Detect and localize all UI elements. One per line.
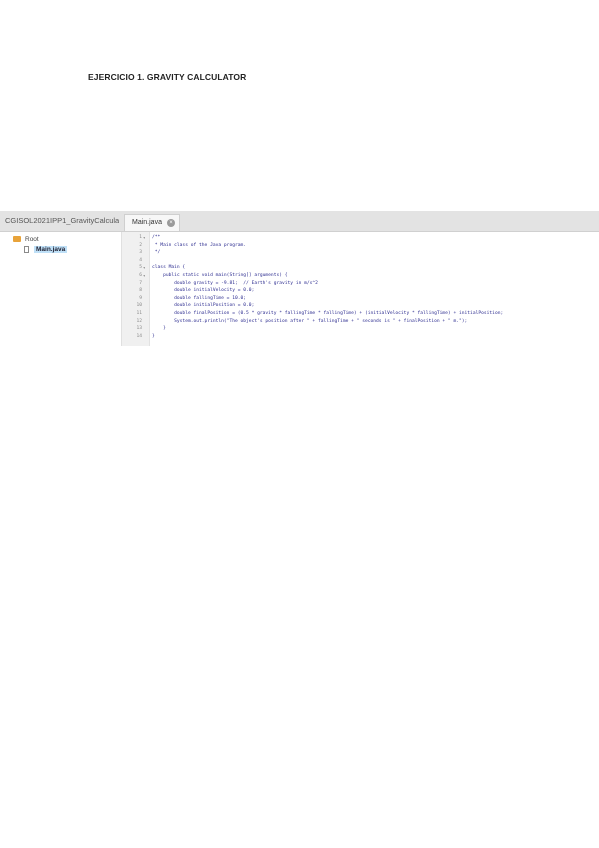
tree-root-label: Root bbox=[25, 236, 39, 243]
code-line: 12 System.out.println("The object's posi… bbox=[122, 319, 599, 325]
line-number: 14 bbox=[136, 333, 142, 339]
tree-root-item[interactable]: Root bbox=[13, 236, 39, 243]
code-line: 10 double initialPosition = 0.0; bbox=[122, 303, 599, 309]
code-text: double gravity = -9.81; // Earth's gravi… bbox=[152, 280, 318, 286]
tab-label: Main.java bbox=[132, 219, 162, 226]
code-text: double finalPosition = (0.5 * gravity * … bbox=[152, 311, 504, 316]
close-icon[interactable]: × bbox=[167, 219, 175, 227]
line-number: 4 bbox=[139, 257, 142, 263]
fold-icon[interactable]: ▾ bbox=[143, 273, 145, 279]
folder-icon bbox=[13, 236, 21, 243]
line-number: 11 bbox=[136, 311, 142, 316]
code-text: double initialPosition = 0.0; bbox=[152, 303, 255, 309]
line-number: 3 bbox=[139, 250, 142, 256]
fold-icon[interactable]: ▾ bbox=[143, 265, 145, 271]
line-number: 12 bbox=[136, 318, 142, 324]
code-line: 9 double fallingTime = 10.0; bbox=[122, 296, 599, 302]
file-tree: Root Main.java bbox=[0, 232, 120, 346]
line-number: 7 bbox=[139, 280, 142, 286]
code-line: 6 ▾ public static void main(String[] argu… bbox=[122, 273, 599, 279]
file-icon bbox=[24, 246, 29, 253]
code-line: 11 double finalPosition = (0.5 * gravity… bbox=[122, 311, 599, 317]
code-line: 3 */ bbox=[122, 250, 599, 256]
line-number: 2 bbox=[139, 242, 142, 248]
ide-topbar: CGISOL2021IPP1_GravityCalculator Main.ja… bbox=[0, 211, 599, 232]
code-text: public static void main(String[] argumen… bbox=[152, 273, 288, 278]
code-editor[interactable]: 1 ▾/** 2 * Main class of the Java program.… bbox=[121, 232, 599, 346]
code-text: class Main { bbox=[152, 265, 186, 271]
line-number: 6 bbox=[139, 273, 142, 278]
code-line: 14} bbox=[122, 334, 599, 340]
line-number: 5 bbox=[139, 265, 142, 271]
code-line: 8 double initialVelocity = 0.0; bbox=[122, 288, 599, 294]
code-line: 4 bbox=[122, 258, 599, 264]
code-text: System.out.println("The object's positio… bbox=[152, 318, 468, 324]
line-number: 13 bbox=[136, 326, 142, 332]
line-number: 9 bbox=[139, 295, 142, 301]
line-number: 10 bbox=[136, 303, 142, 309]
code-text: } bbox=[152, 326, 166, 332]
tree-file-label: Main.java bbox=[34, 246, 68, 254]
line-number: 1 bbox=[139, 235, 142, 240]
tree-file-item[interactable]: Main.java bbox=[24, 246, 68, 254]
code-text: * Main class of the Java program. bbox=[152, 242, 247, 248]
code-line: 5 ▾ class Main { bbox=[122, 265, 599, 271]
page-heading: EJERCICIO 1. GRAVITY CALCULATOR bbox=[88, 72, 247, 82]
code-line: 7 double gravity = -9.81; // Earth's gra… bbox=[122, 281, 599, 287]
line-number: 8 bbox=[139, 288, 142, 294]
tab-main-java[interactable]: Main.java × bbox=[124, 214, 180, 231]
code-text: */ bbox=[152, 250, 161, 256]
ide-screenshot: CGISOL2021IPP1_GravityCalculator Main.ja… bbox=[0, 211, 599, 346]
code-text: /** bbox=[152, 235, 161, 240]
code-line: 2 * Main class of the Java program. bbox=[122, 243, 599, 249]
code-text: double initialVelocity = 0.0; bbox=[152, 288, 255, 294]
fold-icon[interactable]: ▾ bbox=[143, 235, 145, 241]
code-text: double fallingTime = 10.0; bbox=[152, 295, 247, 301]
code-text: } bbox=[152, 333, 155, 339]
project-title: CGISOL2021IPP1_GravityCalculator bbox=[5, 216, 119, 225]
code-line: 1 ▾ /** bbox=[122, 235, 599, 241]
code-line: 13 } bbox=[122, 326, 599, 332]
